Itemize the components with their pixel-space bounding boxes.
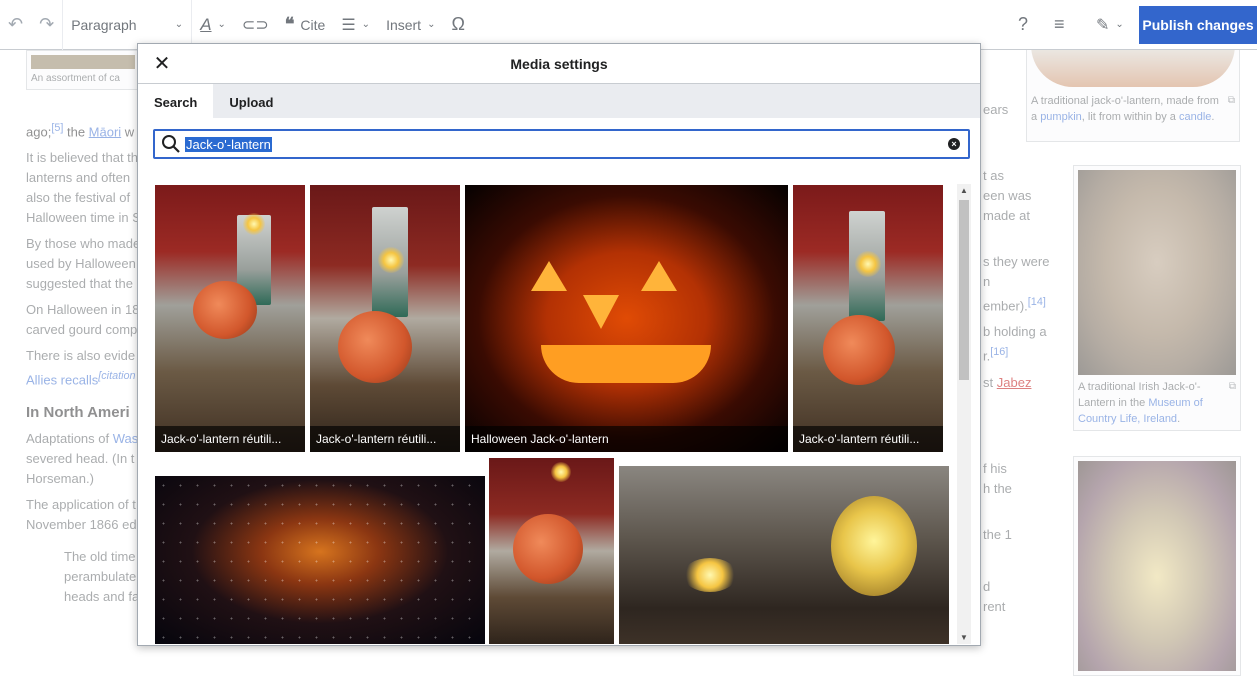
hamburger-icon: ≡ <box>1054 14 1065 34</box>
scrollbar-thumb[interactable] <box>959 200 969 380</box>
undo-button[interactable]: ↶ <box>0 0 31 50</box>
tab-search[interactable]: Search <box>138 84 214 118</box>
result-caption: Halloween Jack-o'-lantern <box>465 426 788 452</box>
insert-label: Insert <box>386 16 422 33</box>
candle-flame <box>551 462 571 482</box>
pumpkin <box>823 315 895 385</box>
help-button[interactable]: ? <box>1010 0 1036 50</box>
dialog-title: Media settings <box>510 55 608 72</box>
dialog-tabs: Search Upload <box>138 84 980 118</box>
result-tile[interactable] <box>155 458 485 644</box>
list-icon: ☰ <box>341 16 356 34</box>
result-tile[interactable]: Jack-o'-lantern réutili... <box>155 185 305 452</box>
candle-flame <box>243 213 265 235</box>
result-tile[interactable]: Halloween Jack-o'-lantern <box>465 185 788 452</box>
pumpkin-eye <box>641 261 677 291</box>
result-tile[interactable]: Jack-o'-lantern réutili... <box>310 185 460 452</box>
result-caption: Jack-o'-lantern réutili... <box>793 426 943 452</box>
result-caption: Jack-o'-lantern réutili... <box>310 426 460 452</box>
text-style-icon: A <box>200 14 212 34</box>
pumpkin <box>338 311 412 383</box>
search-results: Jack-o'-lantern réutili... Jack-o'-lante… <box>153 184 971 644</box>
close-icon: ✕ <box>153 53 171 75</box>
starfield <box>155 476 485 644</box>
pumpkin-mouth <box>541 345 711 383</box>
search-input[interactable]: Jack-o'-lantern <box>185 136 272 152</box>
publish-button[interactable]: Publish changes <box>1139 6 1257 44</box>
dialog-header: ✕ Media settings <box>138 44 980 84</box>
candle-flame <box>378 247 404 273</box>
clear-icon[interactable]: × <box>948 138 960 150</box>
omega-icon: Ω <box>451 14 465 34</box>
search-icon <box>162 135 180 153</box>
redo-icon: ↷ <box>39 14 55 34</box>
chevron-down-icon: ⌄ <box>217 19 226 30</box>
edit-mode-button[interactable]: ✎ ⌄ <box>1088 0 1132 50</box>
chevron-down-icon: ⌄ <box>1115 19 1124 30</box>
pumpkin-eye <box>531 261 567 291</box>
media-settings-dialog: ✕ Media settings Search Upload Jack-o'-l… <box>137 43 981 646</box>
results-scrollbar[interactable]: ▲ ▼ <box>957 184 971 644</box>
page-options-button[interactable]: ≡ <box>1046 0 1073 50</box>
chevron-down-icon: ⌄ <box>174 19 184 30</box>
pencil-icon: ✎ <box>1096 16 1110 34</box>
pumpkin <box>193 281 257 339</box>
result-tile[interactable] <box>489 458 614 644</box>
undo-icon: ↶ <box>8 14 24 34</box>
chevron-down-icon: ⌄ <box>427 19 436 30</box>
format-label: Paragraph <box>71 16 137 33</box>
pumpkin <box>513 514 583 584</box>
result-caption: Jack-o'-lantern réutili... <box>155 426 305 452</box>
lantern-glow <box>683 558 737 592</box>
result-tile[interactable] <box>619 458 949 644</box>
redo-button[interactable]: ↷ <box>31 0 62 50</box>
link-icon: ⊂⊃ <box>241 16 269 34</box>
chevron-down-icon: ⌄ <box>361 19 371 30</box>
cite-label: Cite <box>300 16 326 33</box>
search-field[interactable]: Jack-o'-lantern × <box>153 129 970 159</box>
quote-icon: ❝ <box>284 14 295 34</box>
scroll-down-arrow[interactable]: ▼ <box>960 633 968 642</box>
pumpkin-nose <box>583 295 619 329</box>
close-button[interactable]: ✕ <box>150 52 174 76</box>
tab-upload[interactable]: Upload <box>213 84 289 118</box>
candle-flame <box>855 251 881 277</box>
glowing-pumpkin <box>831 496 917 596</box>
help-icon: ? <box>1018 14 1029 34</box>
scroll-up-arrow[interactable]: ▲ <box>960 186 968 195</box>
result-tile[interactable]: Jack-o'-lantern réutili... <box>793 185 943 452</box>
